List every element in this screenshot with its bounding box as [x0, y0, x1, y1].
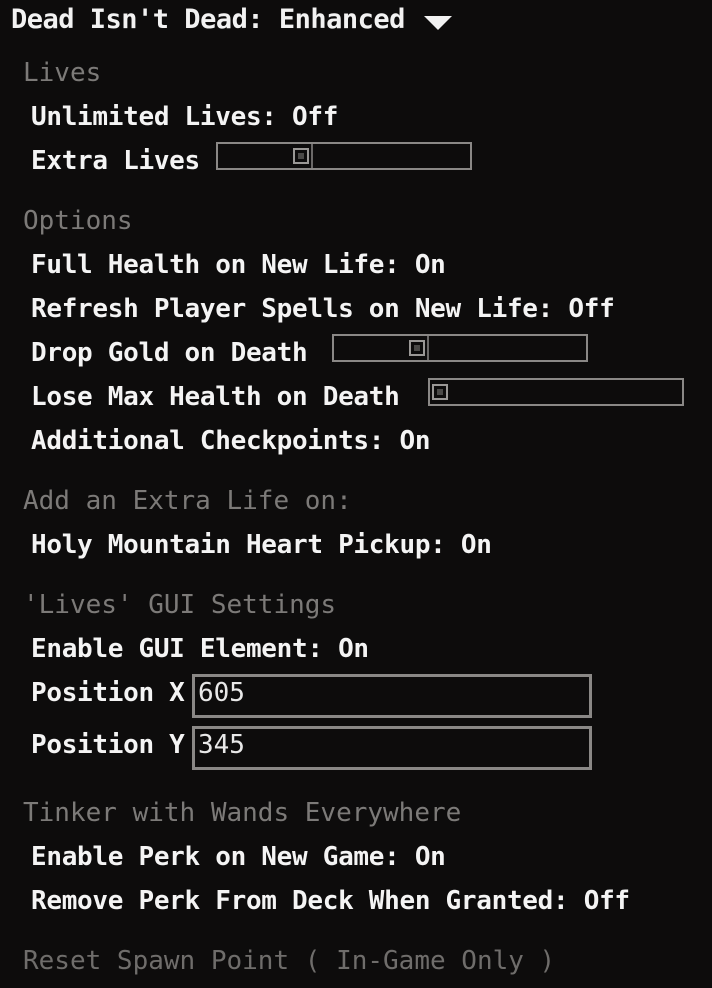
- category-extra-life: Add an Extra Life on:: [23, 486, 352, 516]
- refresh-spells-toggle[interactable]: Refresh Player Spells on New Life: Off: [31, 296, 615, 322]
- slider-knob[interactable]: [432, 384, 448, 400]
- lose-max-health-label: Lose Max Health on Death: [31, 382, 400, 412]
- full-health-toggle[interactable]: Full Health on New Life: On: [31, 252, 446, 278]
- holy-mountain-toggle[interactable]: Holy Mountain Heart Pickup: On: [31, 532, 492, 558]
- category-gui-settings: 'Lives' GUI Settings: [23, 590, 337, 620]
- enable-perk-toggle[interactable]: Enable Perk on New Game: On: [31, 844, 446, 870]
- extra-lives-label: Extra Lives: [31, 146, 200, 176]
- remove-perk-toggle[interactable]: Remove Perk From Deck When Granted: Off: [31, 888, 630, 914]
- position-x-input[interactable]: 605: [192, 674, 592, 718]
- drop-gold-slider[interactable]: [332, 334, 588, 362]
- mod-title[interactable]: Dead Isn't Dead: Enhanced: [11, 6, 405, 33]
- position-y-label: Position Y: [31, 730, 185, 760]
- lose-max-health-slider[interactable]: [428, 378, 684, 406]
- category-tinker: Tinker with Wands Everywhere: [23, 798, 462, 828]
- slider-knob[interactable]: [293, 148, 309, 164]
- unlimited-lives-toggle[interactable]: Unlimited Lives: Off: [31, 104, 338, 130]
- reset-spawn-point-button[interactable]: Reset Spawn Point ( In-Game Only ): [23, 948, 555, 974]
- additional-checkpoints-toggle[interactable]: Additional Checkpoints: On: [31, 428, 430, 454]
- extra-lives-slider[interactable]: [216, 142, 472, 170]
- slider-knob[interactable]: [409, 340, 425, 356]
- position-x-label: Position X: [31, 678, 185, 708]
- drop-gold-label: Drop Gold on Death: [31, 338, 308, 368]
- category-options: Options: [23, 206, 133, 236]
- position-y-input[interactable]: 345: [192, 726, 592, 770]
- triangle-down-icon[interactable]: [424, 16, 452, 30]
- category-lives: Lives: [23, 58, 102, 88]
- enable-gui-toggle[interactable]: Enable GUI Element: On: [31, 636, 369, 662]
